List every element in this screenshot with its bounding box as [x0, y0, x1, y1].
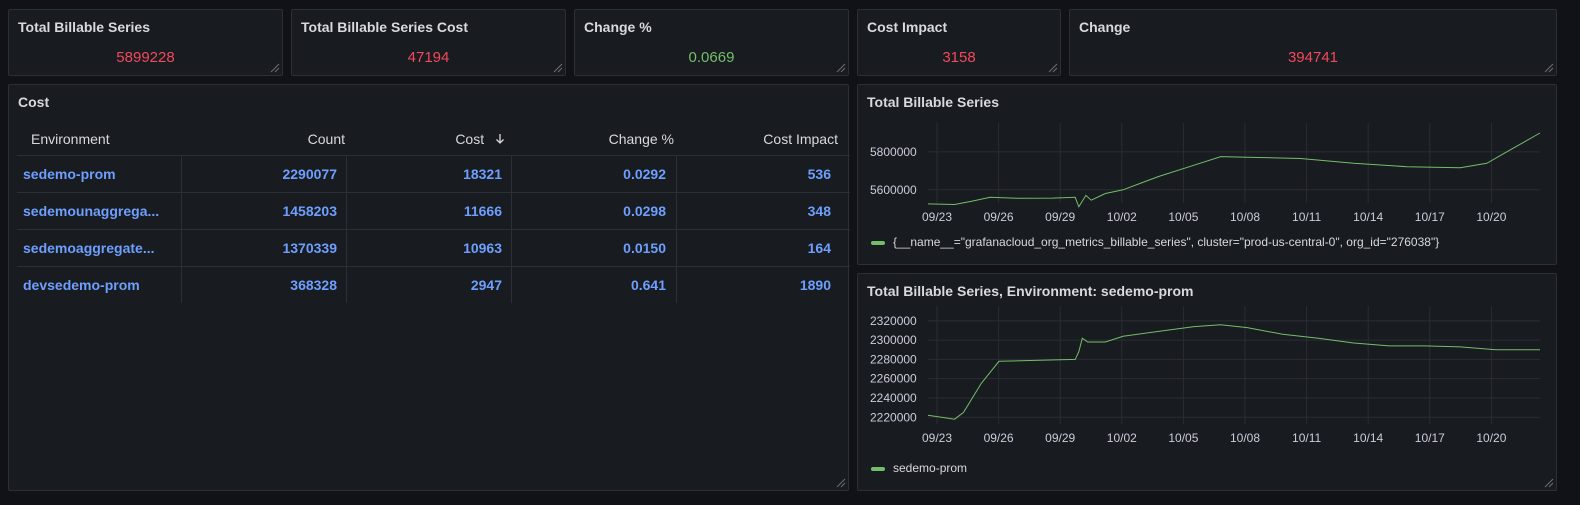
table-body: sedemo-prom 2290077 18321 0.0292 536 sedemoun… — [17, 155, 850, 303]
x-tick-label: 09/29 — [1045, 210, 1075, 224]
x-tick-label: 10/08 — [1230, 431, 1260, 445]
cost-table-panel: Cost Environment Count Cost Change % Cos… — [8, 84, 850, 491]
x-tick-label: 10/17 — [1415, 431, 1445, 445]
stat-panel-cost-impact[interactable]: Cost Impact 3158 — [857, 9, 1061, 76]
cell-cost: 2947 — [470, 277, 502, 293]
stat-title: Total Billable Series Cost — [301, 19, 469, 35]
legend[interactable]: sedemo-prom — [871, 461, 967, 475]
x-tick-label: 10/11 — [1292, 431, 1321, 445]
x-tick-label: 10/17 — [1415, 210, 1445, 224]
header-cost[interactable]: Cost — [455, 131, 506, 147]
legend-label: {__name__="grafanacloud_org_metrics_bill… — [893, 235, 1440, 249]
cell-count: 1458203 — [282, 203, 337, 219]
cell-change-percent: 0.0150 — [623, 240, 666, 256]
cell-change-percent: 0.641 — [630, 277, 666, 293]
cell-cost: 10963 — [463, 240, 502, 256]
cell-cost: 18321 — [463, 166, 502, 182]
stat-value: 5899228 — [116, 49, 175, 66]
table-row[interactable]: devsedemo-prom 368328 2947 0.641 1890 — [17, 266, 850, 303]
table-row[interactable]: sedemoaggregate... 1370339 10963 0.0150 164 — [17, 229, 850, 266]
x-tick-label: 09/26 — [984, 431, 1014, 445]
x-tick-label: 10/11 — [1292, 210, 1321, 224]
table-row[interactable]: sedemounaggrega... 1458203 11666 0.0298 348 — [17, 192, 850, 229]
arrow-down-icon — [496, 134, 504, 144]
line-chart[interactable]: 2220000 2240000 2260000 2280000 2300000 23200… — [858, 274, 1556, 490]
cell-cost-impact: 1890 — [799, 277, 831, 293]
stat-panel-change-percent[interactable]: Change % 0.0669 — [574, 9, 849, 76]
stat-value: 394741 — [1287, 49, 1339, 66]
stat-panel-change[interactable]: Change 394741 — [1069, 9, 1557, 76]
table-header: Environment Count Cost Change % Cost Imp… — [17, 125, 850, 155]
stat-title: Cost Impact — [867, 19, 948, 35]
x-tick-label: 10/02 — [1107, 431, 1137, 445]
y-tick-label: 5800000 — [870, 145, 917, 159]
x-tick-label: 10/14 — [1353, 431, 1383, 445]
y-tick-label: 2240000 — [870, 391, 917, 405]
cell-cost: 11666 — [463, 203, 502, 219]
cell-cost-impact: 164 — [807, 240, 831, 256]
x-tick-label: 10/14 — [1353, 210, 1383, 224]
series-line[interactable] — [927, 132, 1541, 208]
resize-handle-icon[interactable] — [553, 63, 563, 73]
chart-panel-total-billable-series: Total Billable Series 5600000 5800000 09/2… — [857, 84, 1557, 265]
header-cost-label: Cost — [455, 131, 485, 147]
legend-swatch — [871, 240, 885, 245]
y-tick-label: 2300000 — [870, 333, 917, 347]
header-change-percent[interactable]: Change % — [609, 131, 674, 147]
y-tick-label: 5600000 — [870, 183, 917, 197]
y-tick-label: 2280000 — [870, 352, 917, 366]
header-cost-impact[interactable]: Cost Impact — [763, 131, 838, 147]
panel-title: Cost — [18, 94, 50, 110]
resize-handle-icon[interactable] — [836, 63, 846, 73]
cell-count: 1370339 — [282, 240, 337, 256]
x-tick-label: 09/29 — [1045, 431, 1075, 445]
x-tick-label: 10/20 — [1476, 431, 1506, 445]
legend[interactable]: {__name__="grafanacloud_org_metrics_bill… — [871, 235, 1439, 249]
cell-environment[interactable]: sedemoaggregate... — [23, 240, 155, 256]
series-line[interactable] — [927, 324, 1540, 420]
legend-swatch — [871, 466, 885, 471]
x-tick-label: 10/20 — [1476, 210, 1506, 224]
resize-handle-icon[interactable] — [1544, 478, 1554, 488]
stat-value: 3158 — [942, 49, 976, 66]
cell-environment[interactable]: sedemo-prom — [23, 166, 116, 182]
y-tick-label: 2220000 — [870, 410, 917, 424]
x-tick-label: 10/02 — [1107, 210, 1137, 224]
cell-count: 2290077 — [282, 166, 337, 182]
cell-change-percent: 0.0292 — [623, 166, 666, 182]
stat-panel-total-billable-series-cost[interactable]: Total Billable Series Cost 47194 — [291, 9, 566, 76]
header-environment[interactable]: Environment — [31, 131, 110, 147]
stat-value: 0.0669 — [688, 49, 735, 66]
x-tick-label: 09/23 — [922, 210, 952, 224]
resize-handle-icon[interactable] — [1544, 63, 1554, 73]
x-tick-label: 09/23 — [922, 431, 952, 445]
stat-title: Change % — [584, 19, 652, 35]
legend-label: sedemo-prom — [893, 461, 968, 475]
x-tick-label: 10/08 — [1230, 210, 1260, 224]
resize-handle-icon[interactable] — [836, 478, 846, 488]
chart-panel-sedemo-prom: Total Billable Series, Environment: sede… — [857, 273, 1557, 491]
cell-environment[interactable]: devsedemo-prom — [23, 277, 140, 293]
cost-table: Environment Count Cost Change % Cost Imp… — [17, 125, 850, 303]
cell-cost-impact: 348 — [807, 203, 831, 219]
y-tick-label: 2260000 — [870, 372, 917, 386]
resize-handle-icon[interactable] — [1048, 63, 1058, 73]
header-count[interactable]: Count — [308, 131, 345, 147]
stat-title: Change — [1079, 19, 1131, 35]
table-row[interactable]: sedemo-prom 2290077 18321 0.0292 536 — [17, 155, 850, 192]
x-tick-label: 10/05 — [1168, 210, 1198, 224]
cell-environment[interactable]: sedemounaggrega... — [23, 203, 159, 219]
stat-title: Total Billable Series — [18, 19, 151, 35]
y-tick-label: 2320000 — [870, 314, 917, 328]
cell-change-percent: 0.0298 — [623, 203, 666, 219]
cell-cost-impact: 536 — [807, 166, 831, 182]
x-tick-label: 10/05 — [1168, 431, 1198, 445]
x-tick-label: 09/26 — [984, 210, 1014, 224]
stat-panel-total-billable-series[interactable]: Total Billable Series 5899228 — [8, 9, 283, 76]
resize-handle-icon[interactable] — [270, 63, 280, 73]
stat-value: 47194 — [407, 49, 450, 66]
cell-count: 368328 — [290, 277, 337, 293]
